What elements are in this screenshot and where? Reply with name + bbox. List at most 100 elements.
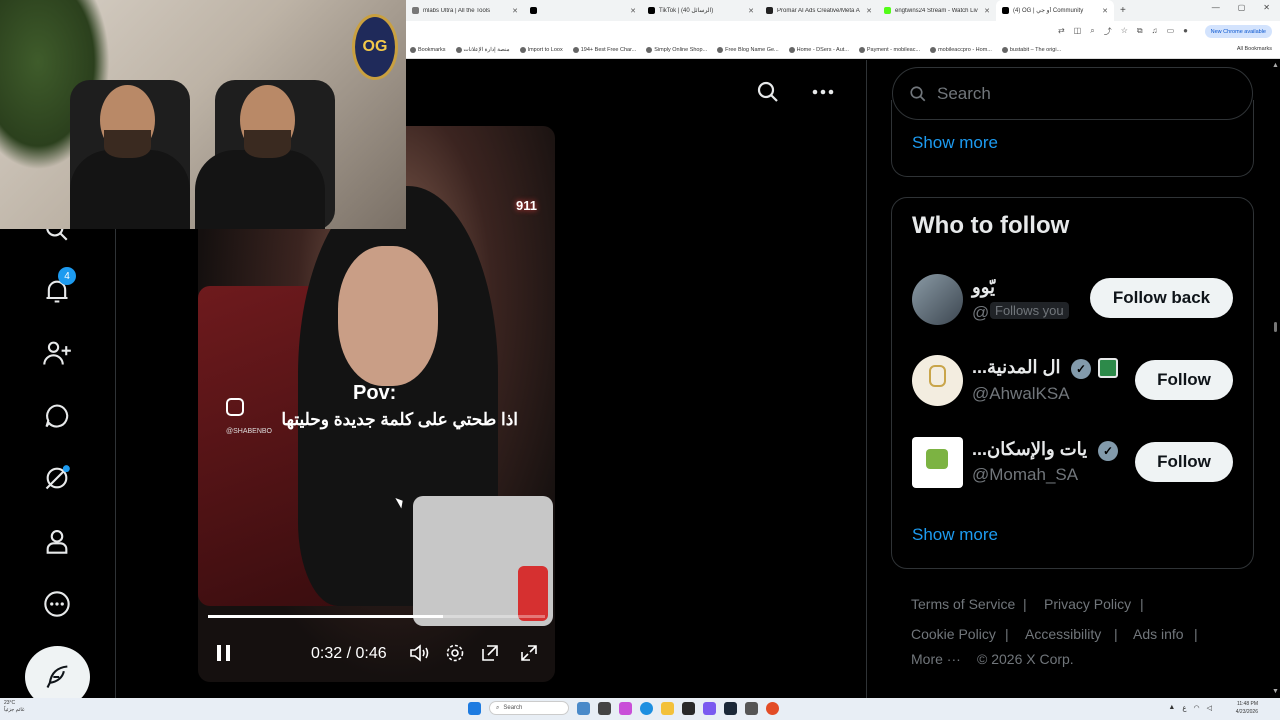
translate-icon[interactable]: ⇄	[1058, 26, 1065, 37]
sidepanel-icon[interactable]: ▭	[1167, 26, 1175, 37]
taskbar-clock[interactable]: 11:48 PM 4/23/2026	[1236, 700, 1258, 716]
bookmark-item[interactable]: mobileaccpro - Hom...	[930, 47, 992, 53]
chat-icon[interactable]	[40, 399, 74, 433]
extensions-icon[interactable]: ⧉	[1137, 26, 1143, 37]
browser-tab[interactable]: ✕	[524, 0, 642, 21]
edge-icon[interactable]	[640, 701, 653, 715]
bookmark-item[interactable]: Bookmarks	[410, 47, 446, 53]
speaker-icon[interactable]: ◁	[1207, 704, 1212, 712]
close-tab-icon[interactable]: ✕	[512, 7, 518, 15]
avatar[interactable]	[912, 274, 963, 325]
copilot-icon[interactable]	[619, 701, 632, 715]
account-handle[interactable]: @AhwalKSA	[972, 384, 1070, 404]
zoom-icon[interactable]: ⌕	[1090, 26, 1094, 37]
show-more-link-top[interactable]: Show more	[912, 133, 998, 153]
close-tab-icon[interactable]: ✕	[630, 7, 636, 15]
bookmark-favicon-icon	[717, 47, 724, 53]
video-pov-label: Pov:	[353, 382, 397, 404]
settings-button[interactable]	[443, 638, 467, 668]
file-explorer-icon[interactable]	[661, 701, 674, 715]
grok-icon[interactable]	[40, 461, 74, 495]
chrome-icon[interactable]	[766, 701, 779, 715]
follow-button[interactable]: Follow	[1135, 360, 1233, 400]
app-icon[interactable]	[745, 701, 758, 715]
government-flag-icon	[1098, 358, 1118, 378]
bookmark-item[interactable]: Import to Loox	[519, 47, 563, 53]
fullscreen-button[interactable]	[517, 638, 541, 668]
wifi-icon[interactable]: ◠	[1194, 704, 1200, 712]
profile-icon[interactable]	[40, 524, 74, 558]
bookmark-label: bustabit – The origi...	[1009, 47, 1062, 53]
bookmark-item[interactable]: Home - DSers - Aut...	[788, 47, 849, 53]
pause-button[interactable]	[212, 638, 236, 668]
browser-tab[interactable]: (4) OG | أو جي Community ✕	[996, 0, 1114, 21]
new-chrome-available-button[interactable]: New Chrome available	[1204, 25, 1272, 38]
accessibility-link[interactable]: Accessibility	[1025, 626, 1101, 642]
account-handle[interactable]: @	[972, 303, 989, 323]
share-icon[interactable]: ⤴	[1104, 26, 1112, 37]
account-name[interactable]: يّوو	[972, 277, 995, 298]
account-name[interactable]: ...يات والإسكان	[972, 439, 1087, 460]
close-window-button[interactable]: ✕	[1263, 3, 1270, 12]
cookie-link[interactable]: Cookie Policy	[911, 626, 996, 642]
bookmark-item[interactable]: منصة إدارة الإعلانات	[455, 47, 510, 53]
close-tab-icon[interactable]: ✕	[866, 7, 872, 15]
bookmark-item[interactable]: bustabit – The origi...	[1001, 47, 1062, 53]
volume-button[interactable]	[408, 638, 432, 668]
browser-tab[interactable]: engtwins24 Stream - Watch Liv ✕	[878, 0, 996, 21]
bookmark-item[interactable]: Free Blog Name Ge...	[717, 47, 779, 53]
profile-icon[interactable]: ●	[1183, 26, 1188, 37]
maximize-button[interactable]: ▢	[1238, 3, 1246, 12]
new-tab-button[interactable]: +	[1114, 5, 1132, 16]
task-view-icon[interactable]	[598, 701, 611, 715]
tab-favicon-icon	[1002, 7, 1009, 14]
language-icon[interactable]: ع	[1182, 704, 1186, 712]
minimize-button[interactable]: —	[1212, 3, 1220, 12]
terms-link[interactable]: Terms of Service	[911, 596, 1015, 612]
bookmark-item[interactable]: 194+ Best Free Char...	[572, 47, 636, 53]
show-more-link-bottom[interactable]: Show more	[912, 525, 998, 545]
follow-icon[interactable]	[40, 336, 74, 370]
camera-icon[interactable]: ◫	[1074, 26, 1082, 37]
privacy-link[interactable]: Privacy Policy	[1044, 596, 1131, 612]
scroll-up-icon[interactable]: ▲	[1272, 62, 1279, 69]
scroll-down-icon[interactable]: ▼	[1272, 688, 1279, 695]
more-options-icon[interactable]	[40, 587, 74, 621]
more-icon[interactable]	[811, 82, 835, 107]
bookmark-star-icon[interactable]: ☆	[1121, 26, 1128, 37]
ads-info-link[interactable]: Ads info	[1133, 626, 1184, 642]
scrollbar-thumb[interactable]	[1274, 322, 1277, 332]
tray-chevron-icon[interactable]: ▲	[1168, 704, 1175, 712]
all-bookmarks-button[interactable]: All Bookmarks	[1237, 46, 1272, 52]
browser-tab[interactable]: TikTok | (الرسائل 40) ✕	[642, 0, 760, 21]
pip-button[interactable]	[478, 638, 502, 668]
app-icon[interactable]	[682, 701, 695, 715]
browser-tab[interactable]: Promar AI Ads Creative/Meta A ✕	[760, 0, 878, 21]
steam-icon[interactable]	[724, 701, 737, 715]
close-tab-icon[interactable]: ✕	[1102, 7, 1108, 15]
browser-tab[interactable]: mlabs Ultra | All the Tools ✕	[406, 0, 524, 21]
follow-back-button[interactable]: Follow back	[1090, 278, 1233, 318]
account-handle[interactable]: @Momah_SA	[972, 465, 1078, 485]
bookmark-item[interactable]: Simply Online Shop...	[646, 47, 707, 53]
app-icon[interactable]	[703, 701, 716, 715]
media-icon[interactable]: ♫	[1152, 26, 1158, 37]
windows-taskbar: 23°C غائم جزئياً ⌕ Search ▲ ع ◠ ◁ 11:48 …	[0, 698, 1280, 720]
widget-icon[interactable]	[577, 701, 590, 715]
follow-button[interactable]: Follow	[1135, 442, 1233, 482]
avatar[interactable]	[912, 437, 963, 488]
tab-title: mlabs Ultra | All the Tools	[423, 7, 491, 14]
close-tab-icon[interactable]: ✕	[984, 7, 990, 15]
close-tab-icon[interactable]: ✕	[748, 7, 754, 15]
account-name[interactable]: ...ال المدنية	[972, 357, 1061, 378]
taskbar-search[interactable]: ⌕ Search	[489, 701, 569, 715]
bookmark-item[interactable]: Payment - mobileac...	[858, 47, 920, 53]
avatar[interactable]	[912, 355, 963, 406]
video-progress-bar[interactable]	[208, 615, 545, 618]
windows-start-icon[interactable]	[468, 701, 481, 715]
search-icon[interactable]	[756, 80, 780, 109]
search-icon	[910, 85, 926, 101]
more-link[interactable]: More ···	[911, 651, 961, 667]
weather-widget[interactable]: 23°C غائم جزئياً	[4, 700, 25, 714]
search-field[interactable]: Search	[892, 67, 1253, 120]
